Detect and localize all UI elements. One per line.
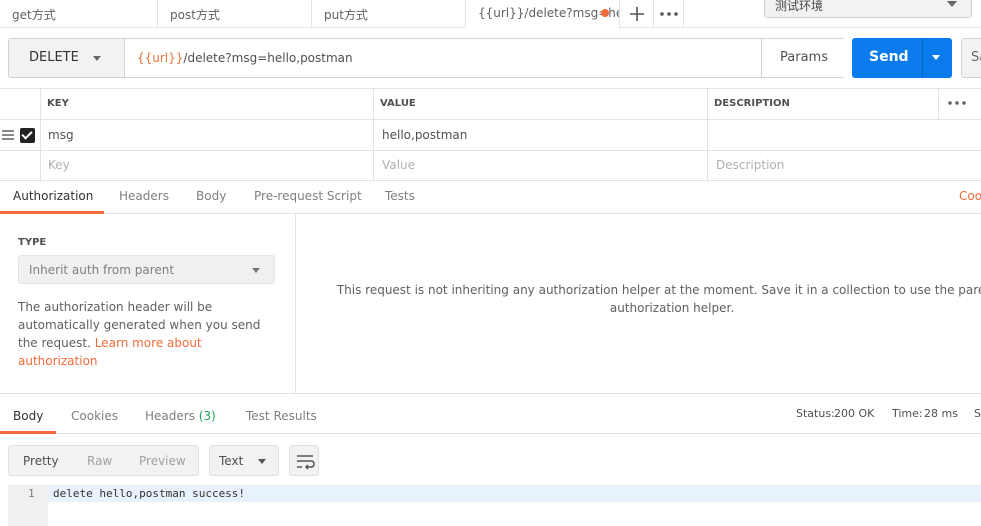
chevron-down-icon bbox=[947, 1, 957, 7]
plus-icon bbox=[630, 7, 644, 21]
wrap-lines-button[interactable] bbox=[289, 445, 319, 476]
more-horizontal-icon bbox=[660, 12, 678, 16]
more-horizontal-icon[interactable] bbox=[946, 98, 970, 108]
tab-label: put方式 bbox=[324, 8, 368, 22]
request-tab-strip: get方式 post方式 put方式 {{url}}/delete?msg=he… bbox=[0, 0, 981, 28]
params-button[interactable]: Params bbox=[761, 39, 845, 77]
url-input[interactable]: {{url}}/delete?msg=hello,postman bbox=[137, 51, 353, 65]
column-header-value: VALUE bbox=[380, 98, 416, 109]
row-enabled-checkbox[interactable] bbox=[20, 128, 35, 143]
tab-options-button[interactable] bbox=[654, 0, 684, 28]
new-value-input[interactable]: Value bbox=[382, 158, 415, 172]
unsaved-dot-icon bbox=[601, 9, 609, 17]
size-label: S bbox=[974, 407, 981, 420]
tab-body[interactable]: Body bbox=[196, 189, 226, 203]
tab-label: get方式 bbox=[12, 8, 56, 22]
request-section-tabs: Authorization Headers Body Pre-request S… bbox=[0, 181, 981, 214]
new-tab-button[interactable] bbox=[620, 0, 654, 28]
chevron-down-icon bbox=[258, 459, 266, 464]
tab-headers[interactable]: Headers bbox=[119, 189, 169, 203]
cookies-link[interactable]: Coo bbox=[959, 189, 981, 203]
send-divider bbox=[922, 38, 923, 78]
tab-put[interactable]: put方式 bbox=[312, 0, 466, 28]
response-tab-cookies[interactable]: Cookies bbox=[71, 409, 118, 423]
auth-type-select[interactable]: Inherit auth from parent bbox=[18, 255, 275, 284]
response-type-select[interactable]: Text bbox=[209, 445, 279, 476]
tab-delete[interactable]: {{url}}/delete?msg=he bbox=[466, 0, 620, 28]
tab-post[interactable]: post方式 bbox=[158, 0, 312, 28]
column-header-description: DESCRIPTION bbox=[714, 98, 790, 109]
tab-get[interactable]: get方式 bbox=[0, 0, 158, 28]
tab-tests[interactable]: Tests bbox=[385, 189, 415, 203]
method-label: DELETE bbox=[29, 50, 79, 65]
url-variable: {{url}} bbox=[137, 51, 184, 65]
line-number: 1 bbox=[28, 487, 35, 500]
response-tabs: Body Cookies Headers (3) Test Results St… bbox=[0, 394, 981, 434]
column-header-key: KEY bbox=[47, 98, 69, 109]
auth-type-value: Inherit auth from parent bbox=[29, 263, 175, 277]
save-label: Sa bbox=[971, 50, 981, 65]
tab-label: {{url}}/delete?msg=he bbox=[478, 6, 620, 20]
tab-authorization[interactable]: Authorization bbox=[13, 189, 93, 203]
headers-label: Headers bbox=[145, 409, 195, 423]
chevron-down-icon[interactable] bbox=[932, 55, 940, 60]
drag-handle-icon[interactable] bbox=[2, 130, 14, 140]
params-label: Params bbox=[780, 50, 828, 65]
method-select[interactable]: DELETE bbox=[9, 39, 125, 77]
response-tab-test-results[interactable]: Test Results bbox=[246, 409, 317, 423]
wrap-lines-icon bbox=[297, 455, 315, 470]
send-button[interactable]: Send bbox=[852, 38, 952, 78]
response-body-line: delete hello,postman success! bbox=[53, 487, 246, 500]
chevron-down-icon bbox=[252, 268, 260, 273]
environment-select[interactable]: 测试环境 bbox=[764, 0, 972, 18]
time-label: Time: bbox=[892, 407, 923, 420]
time-value: 28 ms bbox=[924, 407, 958, 420]
preview-button[interactable]: Preview bbox=[139, 454, 186, 468]
active-tab-indicator bbox=[0, 431, 56, 434]
request-bar: DELETE {{url}}/delete?msg=hello,postman … bbox=[8, 38, 845, 78]
response-type-label: Text bbox=[219, 454, 244, 468]
new-key-input[interactable]: Key bbox=[48, 158, 70, 172]
auth-type-label: TYPE bbox=[18, 237, 47, 248]
tab-pre-request-script[interactable]: Pre-request Script bbox=[254, 189, 362, 203]
response-tab-body[interactable]: Body bbox=[13, 409, 43, 423]
url-path: /delete?msg=hello,postman bbox=[183, 51, 353, 65]
params-table: KEY VALUE DESCRIPTION msg hello,postman … bbox=[0, 88, 981, 181]
raw-button[interactable]: Raw bbox=[87, 454, 112, 468]
param-value[interactable]: hello,postman bbox=[382, 128, 467, 142]
headers-count: (3) bbox=[198, 409, 216, 423]
response-tab-headers[interactable]: Headers (3) bbox=[145, 409, 216, 423]
param-key[interactable]: msg bbox=[48, 128, 74, 142]
pretty-button[interactable]: Pretty bbox=[23, 454, 59, 468]
status-value: 200 OK bbox=[834, 407, 875, 420]
format-toggle-group: Pretty Raw Preview bbox=[8, 445, 199, 476]
environment-label: 测试环境 bbox=[775, 0, 824, 13]
chevron-down-icon bbox=[93, 56, 101, 61]
tab-label: post方式 bbox=[170, 8, 220, 22]
auth-helper-message: This request is not inheriting any autho… bbox=[336, 283, 981, 315]
auth-description: The authorization header will be automat… bbox=[18, 298, 278, 370]
save-button[interactable]: Sa bbox=[961, 38, 981, 78]
send-label: Send bbox=[869, 49, 909, 65]
new-description-input[interactable]: Description bbox=[716, 158, 784, 172]
status-label: Status: bbox=[796, 407, 835, 420]
response-body-editor[interactable]: 1 delete hello,postman success! bbox=[8, 485, 981, 526]
